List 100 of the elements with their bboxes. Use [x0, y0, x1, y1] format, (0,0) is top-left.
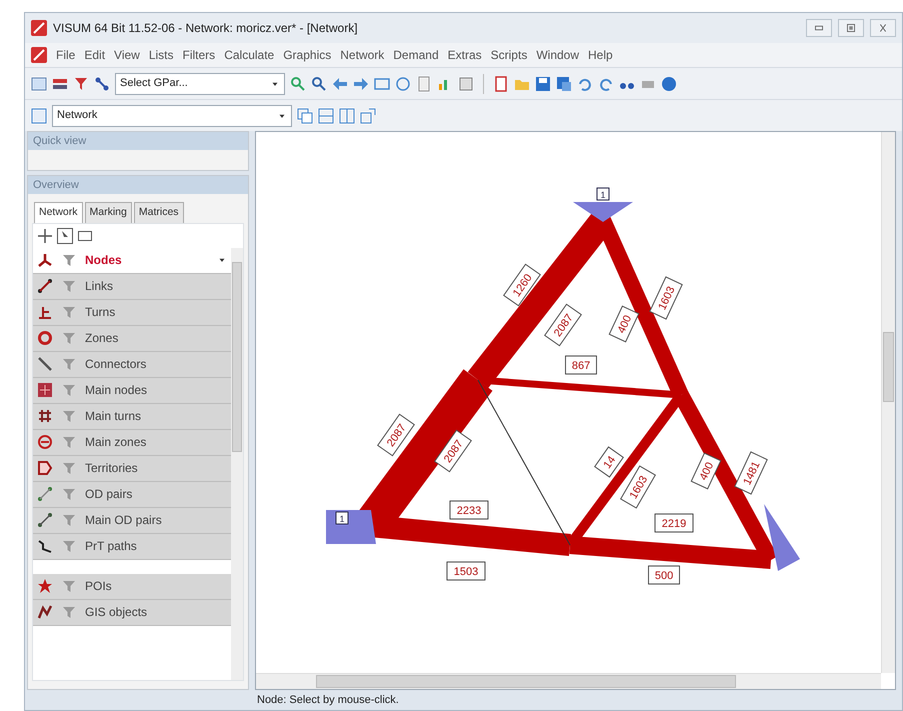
filter-icon[interactable] [61, 604, 77, 620]
filter-icon[interactable] [61, 408, 77, 424]
volume-label: 1603 [649, 276, 683, 320]
tab[interactable]: Network [34, 202, 83, 223]
graph-icon[interactable] [94, 76, 110, 92]
overview-item[interactable]: Main nodes [33, 378, 231, 404]
table-icon[interactable] [31, 76, 47, 92]
menu-item[interactable]: File [56, 46, 76, 64]
menu-item[interactable]: Graphics [283, 46, 332, 64]
fit-icon[interactable] [374, 76, 390, 92]
overview-item[interactable]: OD pairs [33, 482, 231, 508]
overview-item[interactable]: Territories [33, 456, 231, 482]
main-od-pair-icon [37, 512, 53, 528]
volume-label: 2219 [654, 514, 694, 532]
maximize-button[interactable] [838, 19, 864, 37]
volume-label: 400 [690, 452, 722, 490]
gpar-select[interactable]: Select GPar... [115, 72, 285, 94]
tab[interactable]: Matrices [134, 202, 184, 223]
menu-item[interactable]: Network [340, 46, 384, 64]
volume-label: 14 [594, 446, 624, 478]
volume-label: 1481 [734, 451, 768, 495]
overview-item[interactable]: Main OD pairs [33, 508, 231, 534]
status-text: Node: Select by mouse-click. [257, 692, 399, 708]
volume-label: 867 [565, 356, 597, 374]
minimize-button[interactable] [806, 19, 832, 37]
main-node-icon [37, 382, 53, 398]
new-icon[interactable] [493, 76, 509, 92]
overview-item[interactable]: Connectors [33, 352, 231, 378]
close-button[interactable] [870, 19, 896, 37]
tile-vertical-icon[interactable] [339, 108, 355, 124]
filter-icon[interactable] [61, 382, 77, 398]
view-select[interactable]: Network [52, 104, 292, 126]
menu-item[interactable]: Demand [393, 46, 439, 64]
filter-icon[interactable] [73, 76, 89, 92]
filter-icon[interactable] [61, 486, 77, 502]
scrollbar[interactable] [231, 248, 243, 680]
network-icon[interactable] [31, 108, 47, 124]
zoom-out-icon[interactable] [311, 76, 327, 92]
zone-marker[interactable] [764, 504, 800, 571]
menu-item[interactable]: Filters [182, 46, 216, 64]
filter-icon[interactable] [61, 278, 77, 294]
zoom-in-icon[interactable] [290, 76, 306, 92]
filter-icon[interactable] [61, 512, 77, 528]
filter-icon[interactable] [61, 434, 77, 450]
menu-item[interactable]: View [114, 46, 140, 64]
save-as-icon[interactable] [556, 76, 572, 92]
filter-icon[interactable] [61, 304, 77, 320]
menu-item[interactable]: Help [588, 46, 613, 64]
menu-item[interactable]: Lists [148, 46, 174, 64]
overview-item[interactable]: POIs [33, 574, 231, 600]
document-icon[interactable] [416, 76, 432, 92]
star-icon [37, 578, 53, 594]
zone-label: 1 [596, 188, 610, 200]
overview-item[interactable]: Main zones [33, 430, 231, 456]
scrollbar[interactable] [256, 673, 881, 689]
volume-label: 500 [648, 566, 680, 584]
tab[interactable]: Marking [84, 202, 132, 223]
zone-label: 1 [336, 512, 348, 524]
overview-item[interactable]: Zones [33, 326, 231, 352]
zone-icon [37, 330, 53, 346]
app-logo-icon [31, 47, 47, 63]
od-pair-icon [37, 486, 53, 502]
menu-item[interactable]: Scripts [490, 46, 528, 64]
app-logo-icon [31, 20, 47, 36]
save-icon[interactable] [535, 76, 551, 92]
menu-item[interactable]: Window [536, 46, 580, 64]
filter-icon[interactable] [61, 252, 77, 268]
overview-item[interactable]: Main turns [33, 404, 231, 430]
link-icon [37, 278, 53, 294]
menu-item[interactable]: Extras [448, 46, 482, 64]
volume-label: 1503 [446, 562, 486, 580]
turn-icon [37, 304, 53, 320]
scrollbar[interactable] [881, 132, 895, 673]
overview-item[interactable]: GIS objects [33, 600, 231, 626]
filter-icon[interactable] [61, 330, 77, 346]
volume-label: 2233 [450, 500, 488, 520]
arrow-right-icon[interactable] [353, 76, 369, 92]
arrow-left-icon[interactable] [332, 76, 348, 92]
node-icon [37, 252, 53, 268]
window-title: VISUM 64 Bit 11.52-06 - Network: moricz.ver* - [Network] [53, 20, 359, 37]
overview-item[interactable]: PrT paths [33, 534, 231, 560]
overview-item[interactable]: Turns [33, 300, 231, 326]
menu-item[interactable]: Calculate [224, 46, 274, 64]
gis-icon [37, 604, 53, 620]
territory-icon [37, 460, 53, 476]
tile-horizontal-icon[interactable] [318, 108, 334, 124]
filter-icon[interactable] [61, 578, 77, 594]
cursor-icon[interactable] [57, 228, 73, 244]
zone-marker[interactable] [573, 202, 633, 222]
volume-label: 400 [608, 305, 640, 343]
arrange-icon[interactable] [360, 108, 376, 124]
path-icon [37, 538, 53, 554]
filter-icon[interactable] [61, 356, 77, 372]
filter-icon[interactable] [61, 538, 77, 554]
window-cascade-icon[interactable] [297, 108, 313, 124]
move-icon[interactable] [37, 228, 53, 244]
connector-icon [37, 356, 53, 372]
overview-item[interactable]: Links [33, 274, 231, 300]
filter-icon[interactable] [61, 460, 77, 476]
menu-item[interactable]: Edit [84, 46, 106, 64]
